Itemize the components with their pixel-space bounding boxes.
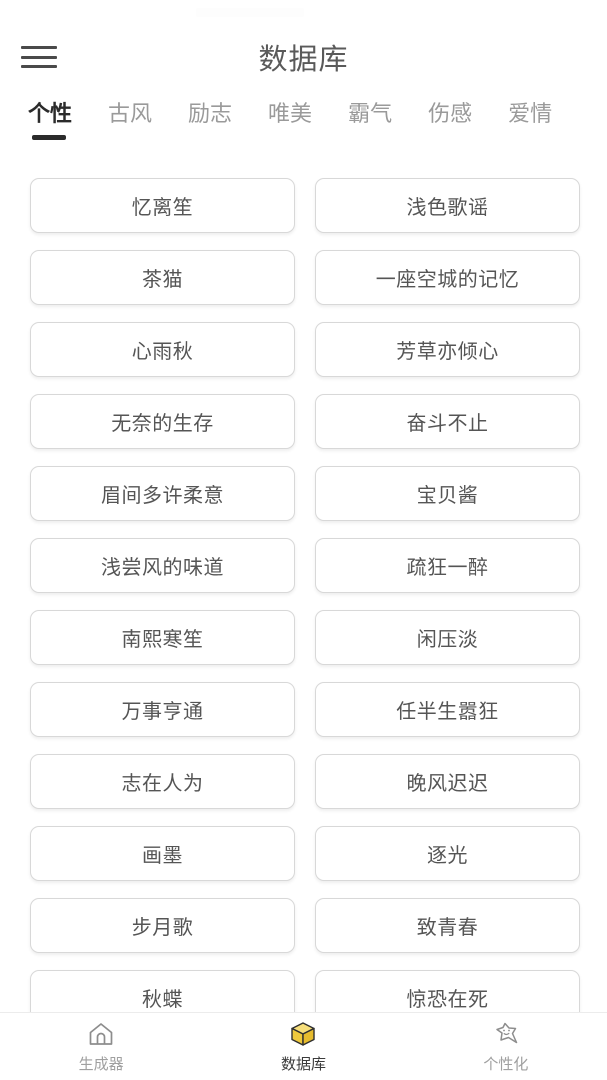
phrase-card[interactable]: 浅色歌谣: [315, 178, 580, 233]
phrase-card[interactable]: 眉间多许柔意: [30, 466, 295, 521]
app-header: 数据库: [0, 22, 607, 92]
phrase-card-label: 万事亨通: [121, 701, 204, 723]
phrase-card[interactable]: 画墨: [30, 826, 295, 881]
phrase-card-label: 疏狂一醉: [406, 557, 489, 579]
tab-label: 励志: [188, 101, 233, 126]
phrase-card-label: 奋斗不止: [406, 413, 489, 435]
page-title: 数据库: [258, 44, 349, 76]
phrase-card[interactable]: 任半生嚣狂: [315, 682, 580, 737]
phrase-card[interactable]: 芳草亦倾心: [315, 322, 580, 377]
phrase-card[interactable]: 心雨秋: [30, 322, 295, 377]
tab-4[interactable]: 霸气: [348, 92, 392, 128]
phrase-card-label: 浅色歌谣: [406, 197, 489, 219]
nav-item-label: 生成器: [78, 1056, 124, 1073]
phrase-card[interactable]: 无奈的生存: [30, 394, 295, 449]
box-icon: [288, 1019, 318, 1049]
phrase-card-label: 茶猫: [142, 269, 183, 291]
home-icon: [86, 1019, 116, 1049]
phrase-card[interactable]: 致青春: [315, 898, 580, 953]
phrase-card-label: 步月歌: [131, 917, 194, 939]
nav-item-label: 数据库: [280, 1056, 326, 1073]
phrase-card[interactable]: 步月歌: [30, 898, 295, 953]
hamburger-bar: [21, 55, 57, 59]
phrase-card[interactable]: 闲压淡: [315, 610, 580, 665]
tab-1[interactable]: 古风: [108, 92, 152, 128]
phrase-card-label: 任半生嚣狂: [396, 701, 499, 723]
phrase-card[interactable]: 逐光: [315, 826, 580, 881]
nav-item-box[interactable]: 数据库: [202, 1019, 404, 1074]
tab-label: 古风: [108, 101, 153, 126]
tab-0[interactable]: 个性: [28, 92, 73, 140]
phrase-card-label: 忆离笙: [131, 197, 194, 219]
phrase-card-label: 一座空城的记忆: [375, 269, 520, 291]
tab-label: 唯美: [268, 101, 313, 126]
phrase-card-label: 晚风迟迟: [406, 773, 489, 795]
phrase-card-label: 心雨秋: [131, 341, 194, 363]
nav-item-home[interactable]: 生成器: [0, 1019, 202, 1074]
phrase-card-label: 芳草亦倾心: [396, 341, 499, 363]
phrase-card-label: 南熙寒笙: [121, 629, 204, 651]
phrase-card-label: 惊恐在死: [406, 989, 489, 1011]
phrase-card-label: 致青春: [416, 917, 479, 939]
phrase-card[interactable]: 一座空城的记忆: [315, 250, 580, 305]
hamburger-bar: [21, 46, 57, 49]
bottom-navigation-bar[interactable]: 生成器 数据库 个性化: [0, 1012, 607, 1080]
nav-item-star-face[interactable]: 个性化: [405, 1019, 607, 1074]
phrase-card-label: 闲压淡: [416, 629, 479, 651]
tab-active-underline: [32, 135, 66, 140]
phrase-card-label: 秋蝶: [142, 989, 183, 1011]
phrase-card[interactable]: 宝贝酱: [315, 466, 580, 521]
category-tab-bar[interactable]: 个性 古风 励志 唯美 霸气 伤感 爱情: [0, 92, 607, 154]
phrase-card[interactable]: 秋蝶: [30, 970, 295, 1012]
tab-3[interactable]: 唯美: [268, 92, 312, 128]
star-face-icon: [491, 1019, 521, 1049]
phrase-card[interactable]: 浅尝风的味道: [30, 538, 295, 593]
tab-2[interactable]: 励志: [188, 92, 232, 128]
phrase-card-label: 眉间多许柔意: [101, 485, 224, 507]
phrase-card-label: 画墨: [142, 845, 183, 867]
phrase-card[interactable]: 奋斗不止: [315, 394, 580, 449]
phrase-card[interactable]: 茶猫: [30, 250, 295, 305]
status-bar-ghost: [196, 8, 304, 17]
phrase-card[interactable]: 晚风迟迟: [315, 754, 580, 809]
phrase-card[interactable]: 惊恐在死: [315, 970, 580, 1012]
phrase-card[interactable]: 万事亨通: [30, 682, 295, 737]
status-bar: [0, 0, 607, 22]
phrase-card[interactable]: 忆离笙: [30, 178, 295, 233]
tab-label: 霸气: [348, 101, 393, 126]
phrase-card[interactable]: 志在人为: [30, 754, 295, 809]
phrase-card[interactable]: 南熙寒笙: [30, 610, 295, 665]
card-grid: 忆离笙 浅色歌谣茶猫 一座空城的记忆心雨秋 芳草亦倾心无奈的生存 奋斗不止眉间多许柔意 宝…: [0, 154, 607, 1012]
tab-label: 爱情: [508, 101, 553, 126]
hamburger-menu-icon[interactable]: [21, 44, 57, 70]
phrase-card[interactable]: 疏狂一醉: [315, 538, 580, 593]
tab-label: 伤感: [428, 101, 473, 126]
phrase-card-label: 宝贝酱: [416, 485, 479, 507]
tab-5[interactable]: 伤感: [428, 92, 472, 128]
card-list-scroll-area[interactable]: 忆离笙 浅色歌谣茶猫 一座空城的记忆心雨秋 芳草亦倾心无奈的生存 奋斗不止眉间多许柔意 宝…: [0, 154, 607, 1012]
nav-item-label: 个性化: [483, 1056, 529, 1073]
tab-label: 个性: [28, 101, 73, 126]
phrase-card-label: 逐光: [427, 845, 468, 867]
hamburger-bar: [21, 65, 57, 68]
phrase-card-label: 无奈的生存: [111, 413, 214, 435]
tab-6[interactable]: 爱情: [508, 92, 552, 128]
phrase-card-label: 浅尝风的味道: [101, 557, 224, 579]
phrase-card-label: 志在人为: [121, 773, 204, 795]
